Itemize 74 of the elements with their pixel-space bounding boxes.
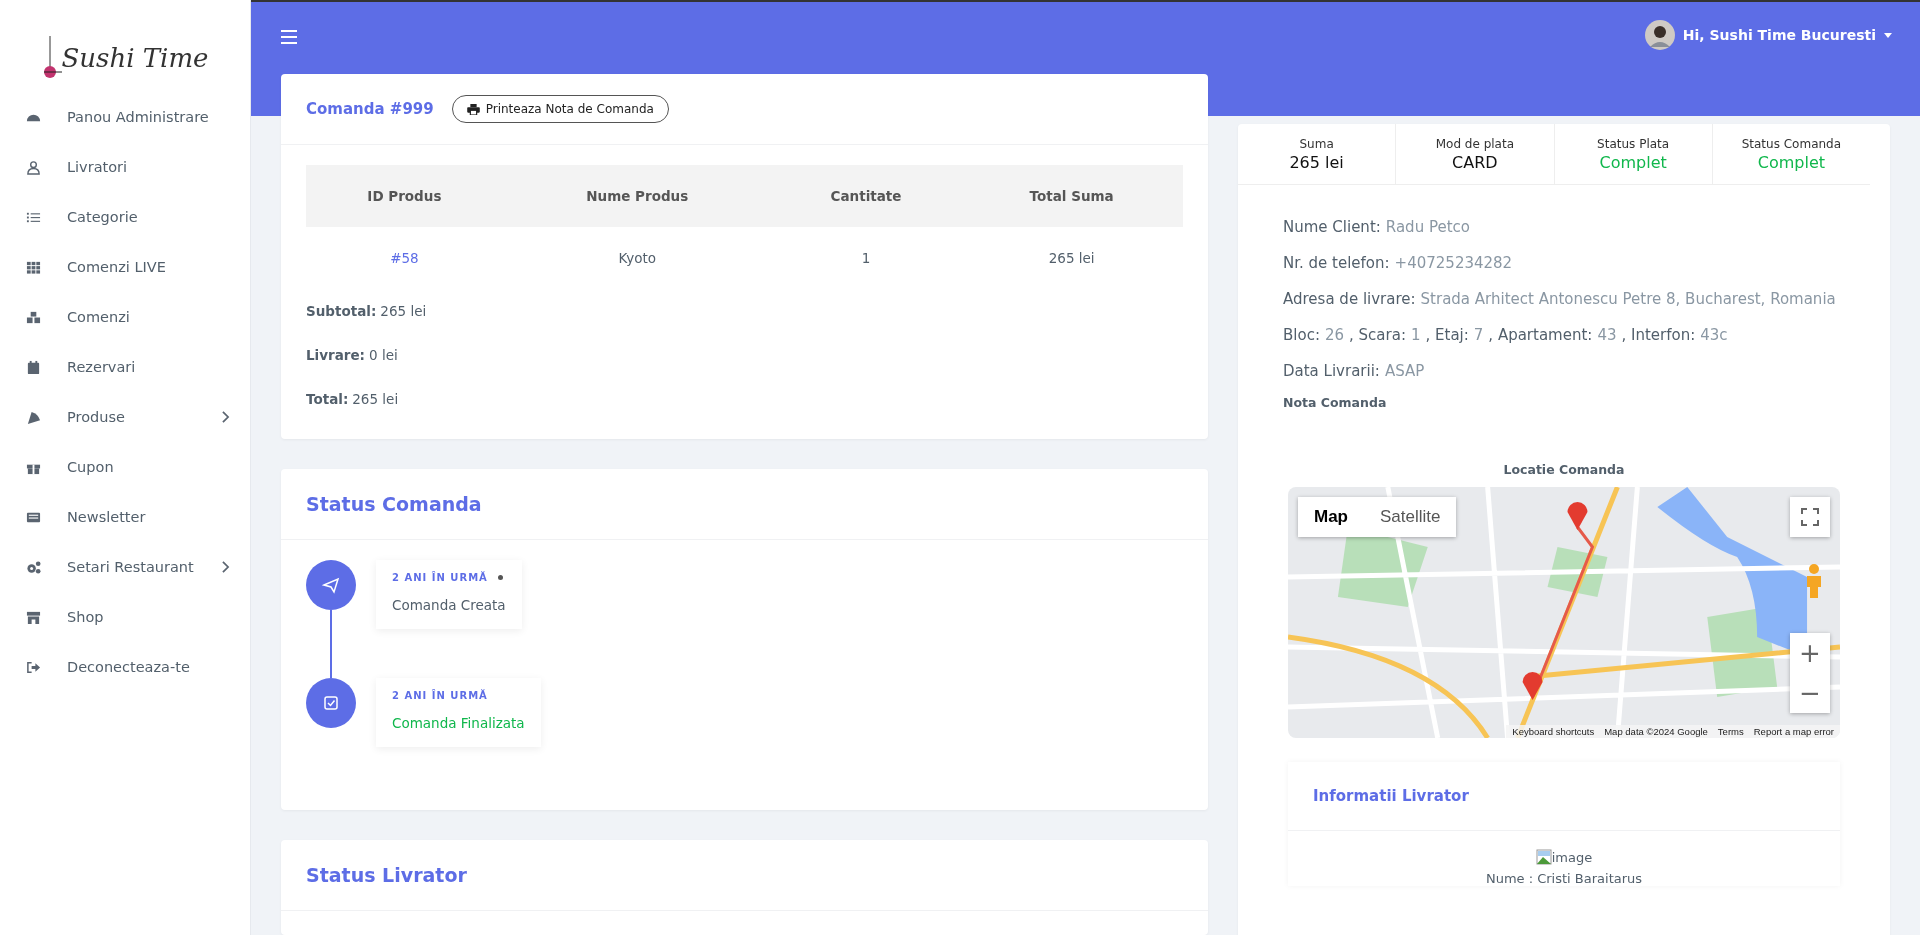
total-line: Livrare: 0 lei	[306, 346, 399, 365]
caret-icon	[1884, 32, 1892, 38]
pizza-icon	[26, 409, 41, 425]
sidebar-item[interactable]: Panou Administrare	[0, 92, 250, 142]
detail-line: Nr. de telefon: +40725234282	[1283, 253, 1514, 274]
sidebar-item[interactable]: Deconecteaza-te	[0, 642, 250, 692]
event-time: 2 ANI ÎN URMĂ	[392, 572, 488, 583]
event-time: 2 ANI ÎN URMĂ	[392, 690, 488, 701]
detail-line: Adresa de livrare: Strada Arhitect Antonescu Petre 8, Bucharest, Romania	[1283, 289, 1837, 310]
sidebar-item[interactable]: Rezervari	[0, 342, 250, 392]
sidebar-item[interactable]: Comenzi	[0, 292, 250, 342]
table-cell: Kyoto	[502, 227, 772, 289]
stat-value: 265 lei	[1289, 152, 1344, 172]
logo: Sushi Time	[30, 0, 220, 80]
detail-line: Bloc: 26 , Scara: 1 , Etaj: 7 , Apartament: 43 , Interfon: 43c	[1283, 325, 1729, 346]
fullscreen-button[interactable]	[1790, 497, 1830, 537]
card-title: Status Comanda	[306, 493, 482, 515]
card-title: Status Livrator	[306, 864, 467, 886]
cubes-icon	[26, 309, 41, 325]
printer-icon	[466, 103, 480, 115]
event-text: Comanda Finalizata	[392, 715, 525, 731]
sidebar-item[interactable]: Produse	[0, 392, 250, 442]
map-type-tab[interactable]: Map	[1298, 497, 1364, 537]
stat-label: Mod de plata	[1435, 136, 1515, 151]
column-header: ID Produs	[306, 165, 503, 227]
column-header: Cantitate	[771, 165, 961, 227]
total-line: Subtotal: 265 lei	[306, 302, 428, 321]
map-footer-link[interactable]: Report a map error	[1753, 726, 1834, 737]
user-menu[interactable]: Hi, Sushi Time Bucuresti	[1644, 20, 1892, 50]
sidebar-item[interactable]: Setari Restaurant	[0, 542, 250, 592]
sidebar-item[interactable]: Shop	[0, 592, 250, 642]
stat-label: Suma	[1299, 136, 1334, 151]
courier-name: Nume : Cristi Baraitarus	[1485, 871, 1643, 886]
map-footer-link[interactable]: Terms	[1717, 726, 1744, 737]
sidebar-item[interactable]: Cupon	[0, 442, 250, 492]
fullscreen-icon	[1801, 508, 1819, 526]
broken-image-icon	[1535, 849, 1552, 865]
stat-value: CARD	[1452, 152, 1498, 172]
stat-value: Complet	[1599, 152, 1667, 172]
total-line: Total: 265 lei	[306, 390, 400, 409]
sidebar-item[interactable]: Comenzi LIVE	[0, 242, 250, 292]
order-title: Comanda #999	[306, 100, 434, 118]
gears-icon	[26, 559, 41, 575]
detail-line: Nume Client: Radu Petco	[1283, 217, 1471, 238]
map-footer-link[interactable]: Keyboard shortcuts	[1512, 726, 1595, 737]
map-footer-link[interactable]: Map data ©2024 Google	[1604, 726, 1708, 737]
print-button[interactable]: Printeaza Nota de Comanda	[451, 95, 669, 123]
logout-icon	[26, 659, 41, 675]
column-header: Nume Produs	[502, 165, 772, 227]
image-alt-text: image	[1551, 849, 1593, 865]
column-header: Total Suma	[960, 165, 1183, 227]
avatar-icon	[1644, 20, 1675, 50]
calendar-icon	[26, 359, 41, 375]
table-cell: 1	[771, 227, 961, 289]
stat-value: Complet	[1757, 152, 1825, 172]
sidebar-item[interactable]: Categorie	[0, 192, 250, 242]
detail-line: Data Livrarii: ASAP	[1283, 361, 1426, 382]
user-icon	[26, 159, 41, 175]
stat-label: Status Plata	[1597, 136, 1670, 151]
table-cell: 265 lei	[960, 227, 1183, 289]
product-link[interactable]: #58	[306, 227, 503, 289]
courier-title: Informatii Livrator	[1313, 787, 1469, 805]
menu-icon[interactable]	[281, 30, 297, 44]
map-title: Locatie Comanda	[1502, 462, 1626, 477]
store-icon	[26, 609, 41, 625]
stat-label: Status Comanda	[1741, 136, 1842, 151]
map-type-tab[interactable]: Satellite	[1364, 497, 1457, 537]
sidebar-item[interactable]: Livratori	[0, 142, 250, 192]
zoom-in-button[interactable]: +	[1790, 633, 1830, 673]
grid-icon	[26, 259, 41, 275]
event-text: Comanda Creata	[392, 597, 506, 613]
sidebar-item[interactable]: Newsletter	[0, 492, 250, 542]
note-label: Nota Comanda	[1283, 395, 1388, 410]
zoom-out-button[interactable]: −	[1790, 673, 1830, 713]
